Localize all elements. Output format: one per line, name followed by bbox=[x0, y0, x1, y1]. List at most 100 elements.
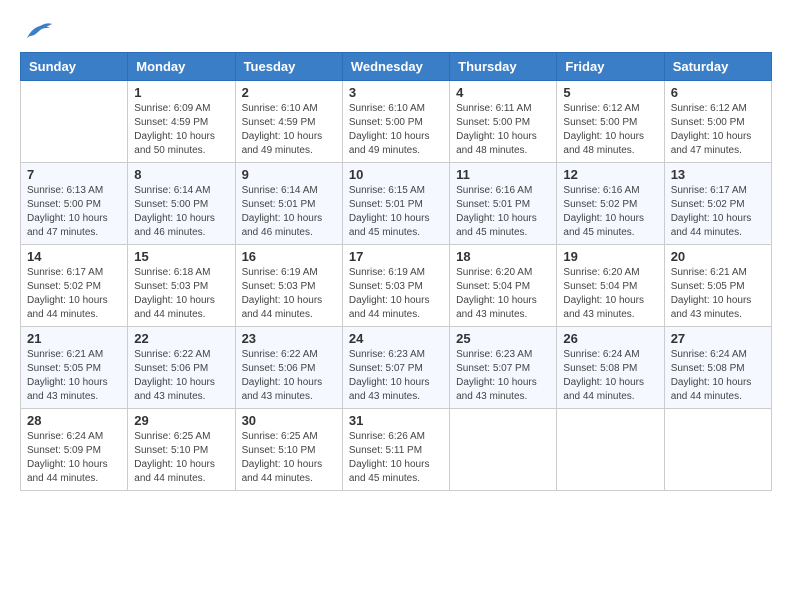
day-info: Sunrise: 6:11 AM Sunset: 5:00 PM Dayligh… bbox=[456, 102, 550, 158]
day-number: 11 bbox=[456, 167, 550, 182]
calendar-cell: 20Sunrise: 6:21 AM Sunset: 5:05 PM Dayli… bbox=[664, 245, 771, 327]
day-info: Sunrise: 6:15 AM Sunset: 5:01 PM Dayligh… bbox=[349, 184, 443, 240]
calendar-cell bbox=[557, 409, 664, 491]
day-number: 20 bbox=[671, 249, 765, 264]
calendar-cell: 26Sunrise: 6:24 AM Sunset: 5:08 PM Dayli… bbox=[557, 327, 664, 409]
calendar-cell bbox=[664, 409, 771, 491]
day-info: Sunrise: 6:09 AM Sunset: 4:59 PM Dayligh… bbox=[134, 102, 228, 158]
calendar-cell: 5Sunrise: 6:12 AM Sunset: 5:00 PM Daylig… bbox=[557, 81, 664, 163]
calendar-cell: 27 Sunrise: 6:24 AM Sunset: 5:08 PM Dayli… bbox=[664, 327, 771, 409]
day-info: Sunrise: 6:19 AM Sunset: 5:03 PM Dayligh… bbox=[242, 266, 336, 322]
day-info: Sunrise: 6:20 AM Sunset: 5:04 PM Dayligh… bbox=[456, 266, 550, 322]
day-number: 27 bbox=[671, 331, 765, 346]
calendar-header-wednesday: Wednesday bbox=[342, 53, 449, 81]
calendar-cell bbox=[450, 409, 557, 491]
calendar-cell: 6 Sunrise: 6:12 AM Sunset: 5:00 PM Daylig… bbox=[664, 81, 771, 163]
calendar-cell: 21 Sunrise: 6:21 AM Sunset: 5:05 PM Dayli… bbox=[21, 327, 128, 409]
calendar-cell: 7 Sunrise: 6:13 AM Sunset: 5:00 PM Daylig… bbox=[21, 163, 128, 245]
calendar-cell: 25Sunrise: 6:23 AM Sunset: 5:07 PM Dayli… bbox=[450, 327, 557, 409]
day-info: Sunrise: 6:18 AM Sunset: 5:03 PM Dayligh… bbox=[134, 266, 228, 322]
day-info: Sunrise: 6:14 AM Sunset: 5:01 PM Dayligh… bbox=[242, 184, 336, 240]
page-header bbox=[20, 20, 772, 42]
day-number: 29 bbox=[134, 413, 228, 428]
calendar-header-saturday: Saturday bbox=[664, 53, 771, 81]
day-number: 3 bbox=[349, 85, 443, 100]
logo-bird-icon bbox=[22, 20, 52, 42]
day-info: Sunrise: 6:19 AM Sunset: 5:03 PM Dayligh… bbox=[349, 266, 443, 322]
calendar-cell: 9Sunrise: 6:14 AM Sunset: 5:01 PM Daylig… bbox=[235, 163, 342, 245]
calendar-cell: 16 Sunrise: 6:19 AM Sunset: 5:03 PM Dayli… bbox=[235, 245, 342, 327]
calendar-cell: 24 Sunrise: 6:23 AM Sunset: 5:07 PM Dayli… bbox=[342, 327, 449, 409]
day-info: Sunrise: 6:10 AM Sunset: 4:59 PM Dayligh… bbox=[242, 102, 336, 158]
day-number: 19 bbox=[563, 249, 657, 264]
day-info: Sunrise: 6:23 AM Sunset: 5:07 PM Dayligh… bbox=[349, 348, 443, 404]
calendar-week-row: 7 Sunrise: 6:13 AM Sunset: 5:00 PM Daylig… bbox=[21, 163, 772, 245]
day-info: Sunrise: 6:24 AM Sunset: 5:08 PM Dayligh… bbox=[671, 348, 765, 404]
calendar-cell: 11 Sunrise: 6:16 AM Sunset: 5:01 PM Dayli… bbox=[450, 163, 557, 245]
calendar-cell: 31 Sunrise: 6:26 AM Sunset: 5:11 PM Dayli… bbox=[342, 409, 449, 491]
calendar-cell: 30Sunrise: 6:25 AM Sunset: 5:10 PM Dayli… bbox=[235, 409, 342, 491]
day-number: 13 bbox=[671, 167, 765, 182]
calendar-cell: 28Sunrise: 6:24 AM Sunset: 5:09 PM Dayli… bbox=[21, 409, 128, 491]
calendar-header-monday: Monday bbox=[128, 53, 235, 81]
calendar-cell: 4 Sunrise: 6:11 AM Sunset: 5:00 PM Daylig… bbox=[450, 81, 557, 163]
calendar-week-row: 28Sunrise: 6:24 AM Sunset: 5:09 PM Dayli… bbox=[21, 409, 772, 491]
calendar-cell: 15 Sunrise: 6:18 AM Sunset: 5:03 PM Dayli… bbox=[128, 245, 235, 327]
calendar-header-row: SundayMondayTuesdayWednesdayThursdayFrid… bbox=[21, 53, 772, 81]
day-number: 12 bbox=[563, 167, 657, 182]
day-number: 21 bbox=[27, 331, 121, 346]
calendar-cell: 8 Sunrise: 6:14 AM Sunset: 5:00 PM Daylig… bbox=[128, 163, 235, 245]
calendar-header-friday: Friday bbox=[557, 53, 664, 81]
logo bbox=[20, 20, 56, 42]
calendar-cell: 12 Sunrise: 6:16 AM Sunset: 5:02 PM Dayli… bbox=[557, 163, 664, 245]
day-info: Sunrise: 6:16 AM Sunset: 5:02 PM Dayligh… bbox=[563, 184, 657, 240]
calendar-cell: 3 Sunrise: 6:10 AM Sunset: 5:00 PM Daylig… bbox=[342, 81, 449, 163]
calendar-table: SundayMondayTuesdayWednesdayThursdayFrid… bbox=[20, 52, 772, 491]
calendar-cell: 18 Sunrise: 6:20 AM Sunset: 5:04 PM Dayli… bbox=[450, 245, 557, 327]
calendar-cell: 23Sunrise: 6:22 AM Sunset: 5:06 PM Dayli… bbox=[235, 327, 342, 409]
day-info: Sunrise: 6:10 AM Sunset: 5:00 PM Dayligh… bbox=[349, 102, 443, 158]
day-info: Sunrise: 6:25 AM Sunset: 5:10 PM Dayligh… bbox=[134, 430, 228, 486]
day-number: 14 bbox=[27, 249, 121, 264]
day-info: Sunrise: 6:22 AM Sunset: 5:06 PM Dayligh… bbox=[134, 348, 228, 404]
day-info: Sunrise: 6:25 AM Sunset: 5:10 PM Dayligh… bbox=[242, 430, 336, 486]
calendar-header-tuesday: Tuesday bbox=[235, 53, 342, 81]
day-number: 4 bbox=[456, 85, 550, 100]
calendar-cell: 17 Sunrise: 6:19 AM Sunset: 5:03 PM Dayli… bbox=[342, 245, 449, 327]
calendar-cell: 19Sunrise: 6:20 AM Sunset: 5:04 PM Dayli… bbox=[557, 245, 664, 327]
day-info: Sunrise: 6:22 AM Sunset: 5:06 PM Dayligh… bbox=[242, 348, 336, 404]
day-number: 26 bbox=[563, 331, 657, 346]
calendar-week-row: 21 Sunrise: 6:21 AM Sunset: 5:05 PM Dayli… bbox=[21, 327, 772, 409]
calendar-week-row: 14 Sunrise: 6:17 AM Sunset: 5:02 PM Dayli… bbox=[21, 245, 772, 327]
day-info: Sunrise: 6:26 AM Sunset: 5:11 PM Dayligh… bbox=[349, 430, 443, 486]
day-number: 28 bbox=[27, 413, 121, 428]
day-number: 22 bbox=[134, 331, 228, 346]
calendar-week-row: 1 Sunrise: 6:09 AM Sunset: 4:59 PM Daylig… bbox=[21, 81, 772, 163]
day-number: 5 bbox=[563, 85, 657, 100]
calendar-cell bbox=[21, 81, 128, 163]
day-info: Sunrise: 6:17 AM Sunset: 5:02 PM Dayligh… bbox=[671, 184, 765, 240]
day-info: Sunrise: 6:21 AM Sunset: 5:05 PM Dayligh… bbox=[27, 348, 121, 404]
calendar-cell: 1 Sunrise: 6:09 AM Sunset: 4:59 PM Daylig… bbox=[128, 81, 235, 163]
day-info: Sunrise: 6:17 AM Sunset: 5:02 PM Dayligh… bbox=[27, 266, 121, 322]
day-number: 6 bbox=[671, 85, 765, 100]
day-number: 16 bbox=[242, 249, 336, 264]
day-number: 31 bbox=[349, 413, 443, 428]
day-number: 8 bbox=[134, 167, 228, 182]
calendar-cell: 13 Sunrise: 6:17 AM Sunset: 5:02 PM Dayli… bbox=[664, 163, 771, 245]
calendar-cell: 14 Sunrise: 6:17 AM Sunset: 5:02 PM Dayli… bbox=[21, 245, 128, 327]
day-number: 1 bbox=[134, 85, 228, 100]
day-info: Sunrise: 6:14 AM Sunset: 5:00 PM Dayligh… bbox=[134, 184, 228, 240]
day-number: 24 bbox=[349, 331, 443, 346]
day-number: 18 bbox=[456, 249, 550, 264]
day-number: 17 bbox=[349, 249, 443, 264]
calendar-header-sunday: Sunday bbox=[21, 53, 128, 81]
day-number: 7 bbox=[27, 167, 121, 182]
day-info: Sunrise: 6:13 AM Sunset: 5:00 PM Dayligh… bbox=[27, 184, 121, 240]
day-number: 2 bbox=[242, 85, 336, 100]
day-number: 15 bbox=[134, 249, 228, 264]
calendar-cell: 22 Sunrise: 6:22 AM Sunset: 5:06 PM Dayli… bbox=[128, 327, 235, 409]
day-number: 10 bbox=[349, 167, 443, 182]
day-info: Sunrise: 6:16 AM Sunset: 5:01 PM Dayligh… bbox=[456, 184, 550, 240]
day-info: Sunrise: 6:12 AM Sunset: 5:00 PM Dayligh… bbox=[671, 102, 765, 158]
